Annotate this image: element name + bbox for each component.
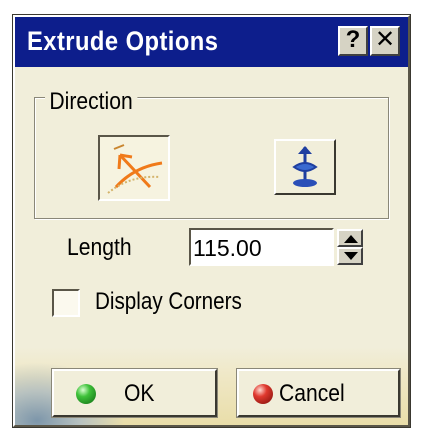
length-spinner [337, 229, 363, 265]
spin-up-button[interactable] [337, 229, 363, 247]
green-ball-icon [76, 384, 96, 404]
help-button[interactable]: ? [338, 26, 368, 56]
display-corners-label[interactable]: Display Corners [95, 288, 242, 316]
extrude-direction-button[interactable] [98, 135, 170, 201]
triangle-up-icon [344, 235, 358, 243]
length-label: Length [67, 234, 132, 261]
help-icon: ? [345, 26, 361, 53]
display-corners-checkbox[interactable] [52, 289, 80, 317]
title-bar[interactable]: Extrude Options ? ✕ [15, 17, 408, 67]
normal-direction-icon [292, 146, 318, 187]
ok-label: OK [124, 380, 155, 407]
normal-direction-button[interactable] [274, 139, 336, 195]
triangle-down-icon [344, 252, 358, 260]
direction-group-label: Direction [45, 89, 138, 115]
close-icon: ✕ [374, 26, 396, 53]
ok-button[interactable]: OK [51, 368, 218, 418]
close-button[interactable]: ✕ [370, 26, 400, 56]
extrude-direction-icon [107, 144, 163, 194]
cancel-label: Cancel [279, 380, 345, 407]
extrude-options-dialog: Extrude Options ? ✕ Direction Length 115… [12, 14, 411, 428]
red-ball-icon [253, 384, 273, 404]
length-input[interactable] [189, 228, 334, 266]
spin-down-button[interactable] [337, 247, 363, 265]
dialog-title: Extrude Options [27, 26, 219, 56]
cancel-button[interactable]: Cancel [236, 368, 401, 418]
